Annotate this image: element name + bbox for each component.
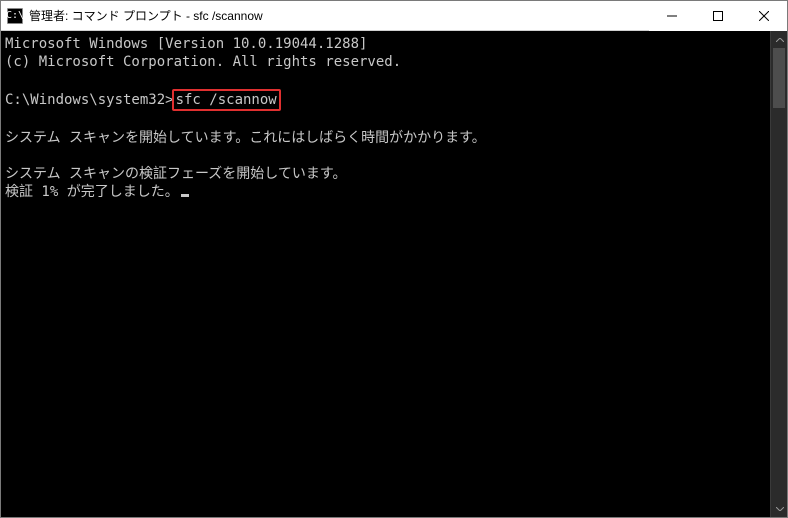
version-line: Microsoft Windows [Version 10.0.19044.12… (5, 36, 367, 52)
scroll-thumb[interactable] (773, 48, 785, 108)
copyright-line: (c) Microsoft Corporation. All rights re… (5, 54, 401, 70)
scroll-up-button[interactable] (771, 31, 788, 48)
close-icon (759, 11, 769, 21)
maximize-icon (713, 11, 723, 21)
text-cursor (181, 194, 189, 197)
prompt-line: C:\Windows\system32>sfc /scannow (5, 92, 281, 108)
client-area: Microsoft Windows [Version 10.0.19044.12… (1, 31, 787, 517)
command-prompt-window: C:\ 管理者: コマンド プロンプト - sfc /scannow Micro… (0, 0, 788, 518)
maximize-button[interactable] (695, 1, 741, 31)
minimize-button[interactable] (649, 1, 695, 31)
vertical-scrollbar[interactable] (770, 31, 787, 517)
chevron-up-icon (776, 38, 784, 42)
scan-start-line: システム スキャンを開始しています。これにはしばらく時間がかかります。 (5, 130, 486, 146)
titlebar[interactable]: C:\ 管理者: コマンド プロンプト - sfc /scannow (1, 1, 787, 31)
minimize-icon (667, 11, 677, 21)
app-icon: C:\ (7, 8, 23, 24)
verify-start-line: システム スキャンの検証フェーズを開始しています。 (5, 166, 347, 182)
close-button[interactable] (741, 1, 787, 31)
verify-progress-text: 検証 1% が完了しました。 (5, 184, 179, 200)
scroll-down-button[interactable] (771, 500, 788, 517)
window-title: 管理者: コマンド プロンプト - sfc /scannow (29, 7, 263, 24)
verify-progress-line: 検証 1% が完了しました。 (5, 184, 189, 200)
terminal-output[interactable]: Microsoft Windows [Version 10.0.19044.12… (1, 31, 770, 517)
highlighted-command: sfc /scannow (172, 89, 281, 111)
chevron-down-icon (776, 507, 784, 511)
prompt-prefix: C:\Windows\system32> (5, 92, 174, 108)
